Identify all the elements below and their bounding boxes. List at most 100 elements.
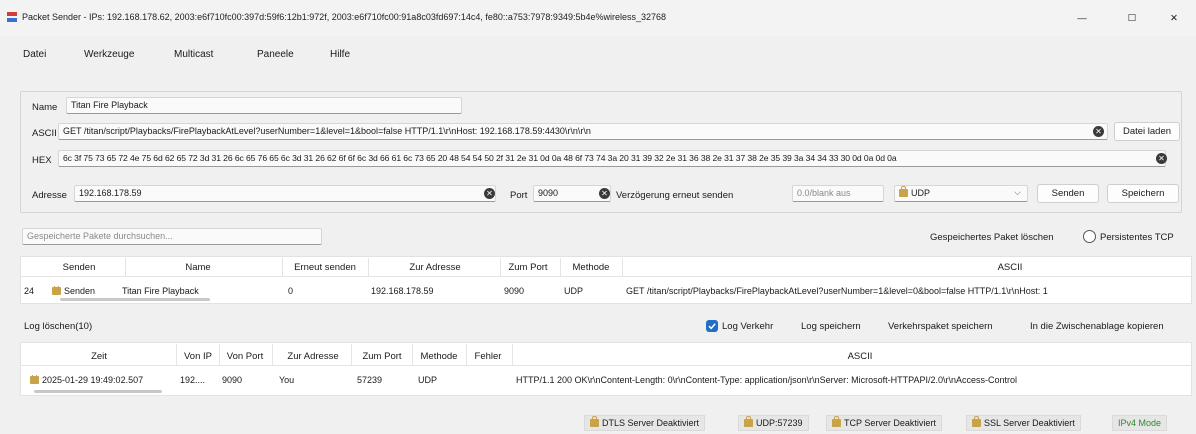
dtls-status-badge: DTLS Server Deaktiviert [584,415,706,431]
tcp-status-badge: TCP Server Deaktiviert [826,415,942,431]
horizontal-scrollbar[interactable] [34,390,162,393]
menu-datei[interactable]: Datei [23,49,46,60]
lock-icon [30,375,39,384]
minimize-button[interactable]: — [1060,5,1104,31]
close-button[interactable]: ✕ [1152,5,1196,31]
udp-status-badge: UDP:57239 [738,415,809,431]
name-label: Name [32,102,58,113]
col-header-ascii[interactable]: ASCII [990,262,1030,273]
col-divider [272,344,273,365]
ascii-label: ASCII [32,128,57,139]
col-header-method[interactable]: Methode [566,262,616,273]
col-divider [176,344,177,365]
col-divider [219,344,220,365]
protocol-select[interactable]: UDP ⌵ [894,185,1028,202]
row-port: 9090 [504,286,525,296]
row-ascii: GET /titan/script/Playbacks/FirePlayback… [626,286,1048,296]
protocol-value: UDP [911,188,931,198]
col-divider [512,344,513,365]
log-traffic-label: Log Verkehr [722,321,774,332]
minimize-icon: — [1077,12,1087,24]
log-row-from-ip: 192.... [180,375,206,385]
row-method: UDP [564,286,584,296]
row-address: 192.168.178.59 [371,286,434,296]
menu-paneele[interactable]: Paneele [257,49,294,60]
horizontal-scrollbar[interactable] [60,298,210,301]
address-input[interactable]: 192.168.178.59 [74,185,496,202]
lock-icon [590,416,599,427]
resend-label: Verzögerung erneut senden [616,190,734,201]
row-resend: 0 [288,286,294,296]
col-divider [351,344,352,365]
lock-icon [52,286,61,295]
log-row-time: 2025-01-29 19:49:02.507 [30,375,143,385]
log-col-header-from-ip[interactable]: Von IP [178,351,218,362]
close-icon: ✕ [1170,12,1178,24]
delete-saved-button[interactable]: Gespeichertes Paket löschen [930,232,1054,243]
save-button[interactable]: Speichern [1107,184,1179,203]
app-icon [7,12,17,22]
clear-ascii-icon[interactable]: ✕ [1093,126,1104,137]
persistent-tcp-label: Persistentes TCP [1100,232,1174,243]
log-col-header-method[interactable]: Methode [414,351,464,362]
hex-label: HEX [32,155,52,166]
window-title: Packet Sender - IPs: 192.168.178.62, 200… [22,12,667,22]
col-header-to-address[interactable]: Zur Adresse [400,262,470,273]
lock-icon [899,186,908,197]
col-divider [500,258,501,276]
persistent-tcp-toggle[interactable] [1083,230,1096,243]
col-divider [368,258,369,276]
chevron-down-icon: ⌵ [1014,187,1021,197]
copy-clipboard-button[interactable]: In die Zwischenablage kopieren [1030,321,1164,332]
log-col-header-ascii[interactable]: ASCII [840,351,880,362]
col-divider [560,258,561,276]
send-button[interactable]: Senden [1037,184,1099,203]
saved-header-divider [21,276,1191,277]
log-row-to-port: 57239 [357,375,383,385]
menu-bar: Datei Werkzeuge Multicast Paneele Hilfe [0,45,1196,65]
ipv4-mode-badge: IPv4 Mode [1112,415,1168,431]
maximize-icon: ☐ [1127,12,1137,24]
log-col-header-from-port[interactable]: Von Port [220,351,270,362]
save-traffic-button[interactable]: Verkehrspaket speichern [888,321,993,332]
log-row-ascii: HTTP/1.1 200 OK\r\nContent-Length: 0\r\n… [516,375,1018,385]
clear-port-icon[interactable]: ✕ [599,188,610,199]
name-input[interactable]: Titan Fire Playback [66,97,462,114]
clear-hex-icon[interactable]: ✕ [1156,153,1167,164]
col-header-resend[interactable]: Erneut senden [285,262,365,273]
saved-search-input[interactable]: Gespeicherte Pakete durchsuchen... [22,228,322,245]
log-col-header-error[interactable]: Fehler [468,351,508,362]
save-log-button[interactable]: Log speichern [801,321,861,332]
log-col-header-to-address[interactable]: Zur Adresse [280,351,346,362]
maximize-button[interactable]: ☐ [1110,5,1154,31]
log-row-method: UDP [418,375,438,385]
menu-hilfe[interactable]: Hilfe [330,49,350,60]
col-header-name[interactable]: Name [182,262,214,273]
port-label: Port [510,190,528,201]
title-bar: Packet Sender - IPs: 192.168.178.62, 200… [0,0,1196,36]
hex-input[interactable]: 6c 3f 75 73 65 72 4e 75 6d 62 65 72 3d 3… [58,150,1166,167]
lock-icon [744,416,753,427]
col-divider [412,344,413,365]
row-send-button[interactable]: Senden [52,286,95,296]
clear-address-icon[interactable]: ✕ [484,188,495,199]
menu-werkzeuge[interactable]: Werkzeuge [84,49,134,60]
log-col-header-time[interactable]: Zeit [84,351,114,362]
log-row-to-address: You [279,375,295,385]
clear-log-button[interactable]: Log löschen(10) [24,321,92,332]
col-divider [466,344,467,365]
address-label: Adresse [32,190,67,201]
ssl-status-badge: SSL Server Deaktiviert [966,415,1081,431]
row-name: Titan Fire Playback [122,286,199,296]
col-header-to-port[interactable]: Zum Port [503,262,553,273]
menu-multicast[interactable]: Multicast [174,49,213,60]
ascii-input[interactable]: GET /titan/script/Playbacks/FirePlayback… [58,123,1108,140]
log-traffic-checkbox[interactable] [706,320,718,332]
col-divider [282,258,283,276]
check-icon [708,323,716,330]
col-header-senden[interactable]: Senden [58,262,100,273]
resend-input[interactable]: 0.0/blank aus [792,185,884,202]
col-divider [622,258,623,276]
load-file-button[interactable]: Datei laden [1114,122,1180,141]
log-col-header-to-port[interactable]: Zum Port [356,351,408,362]
